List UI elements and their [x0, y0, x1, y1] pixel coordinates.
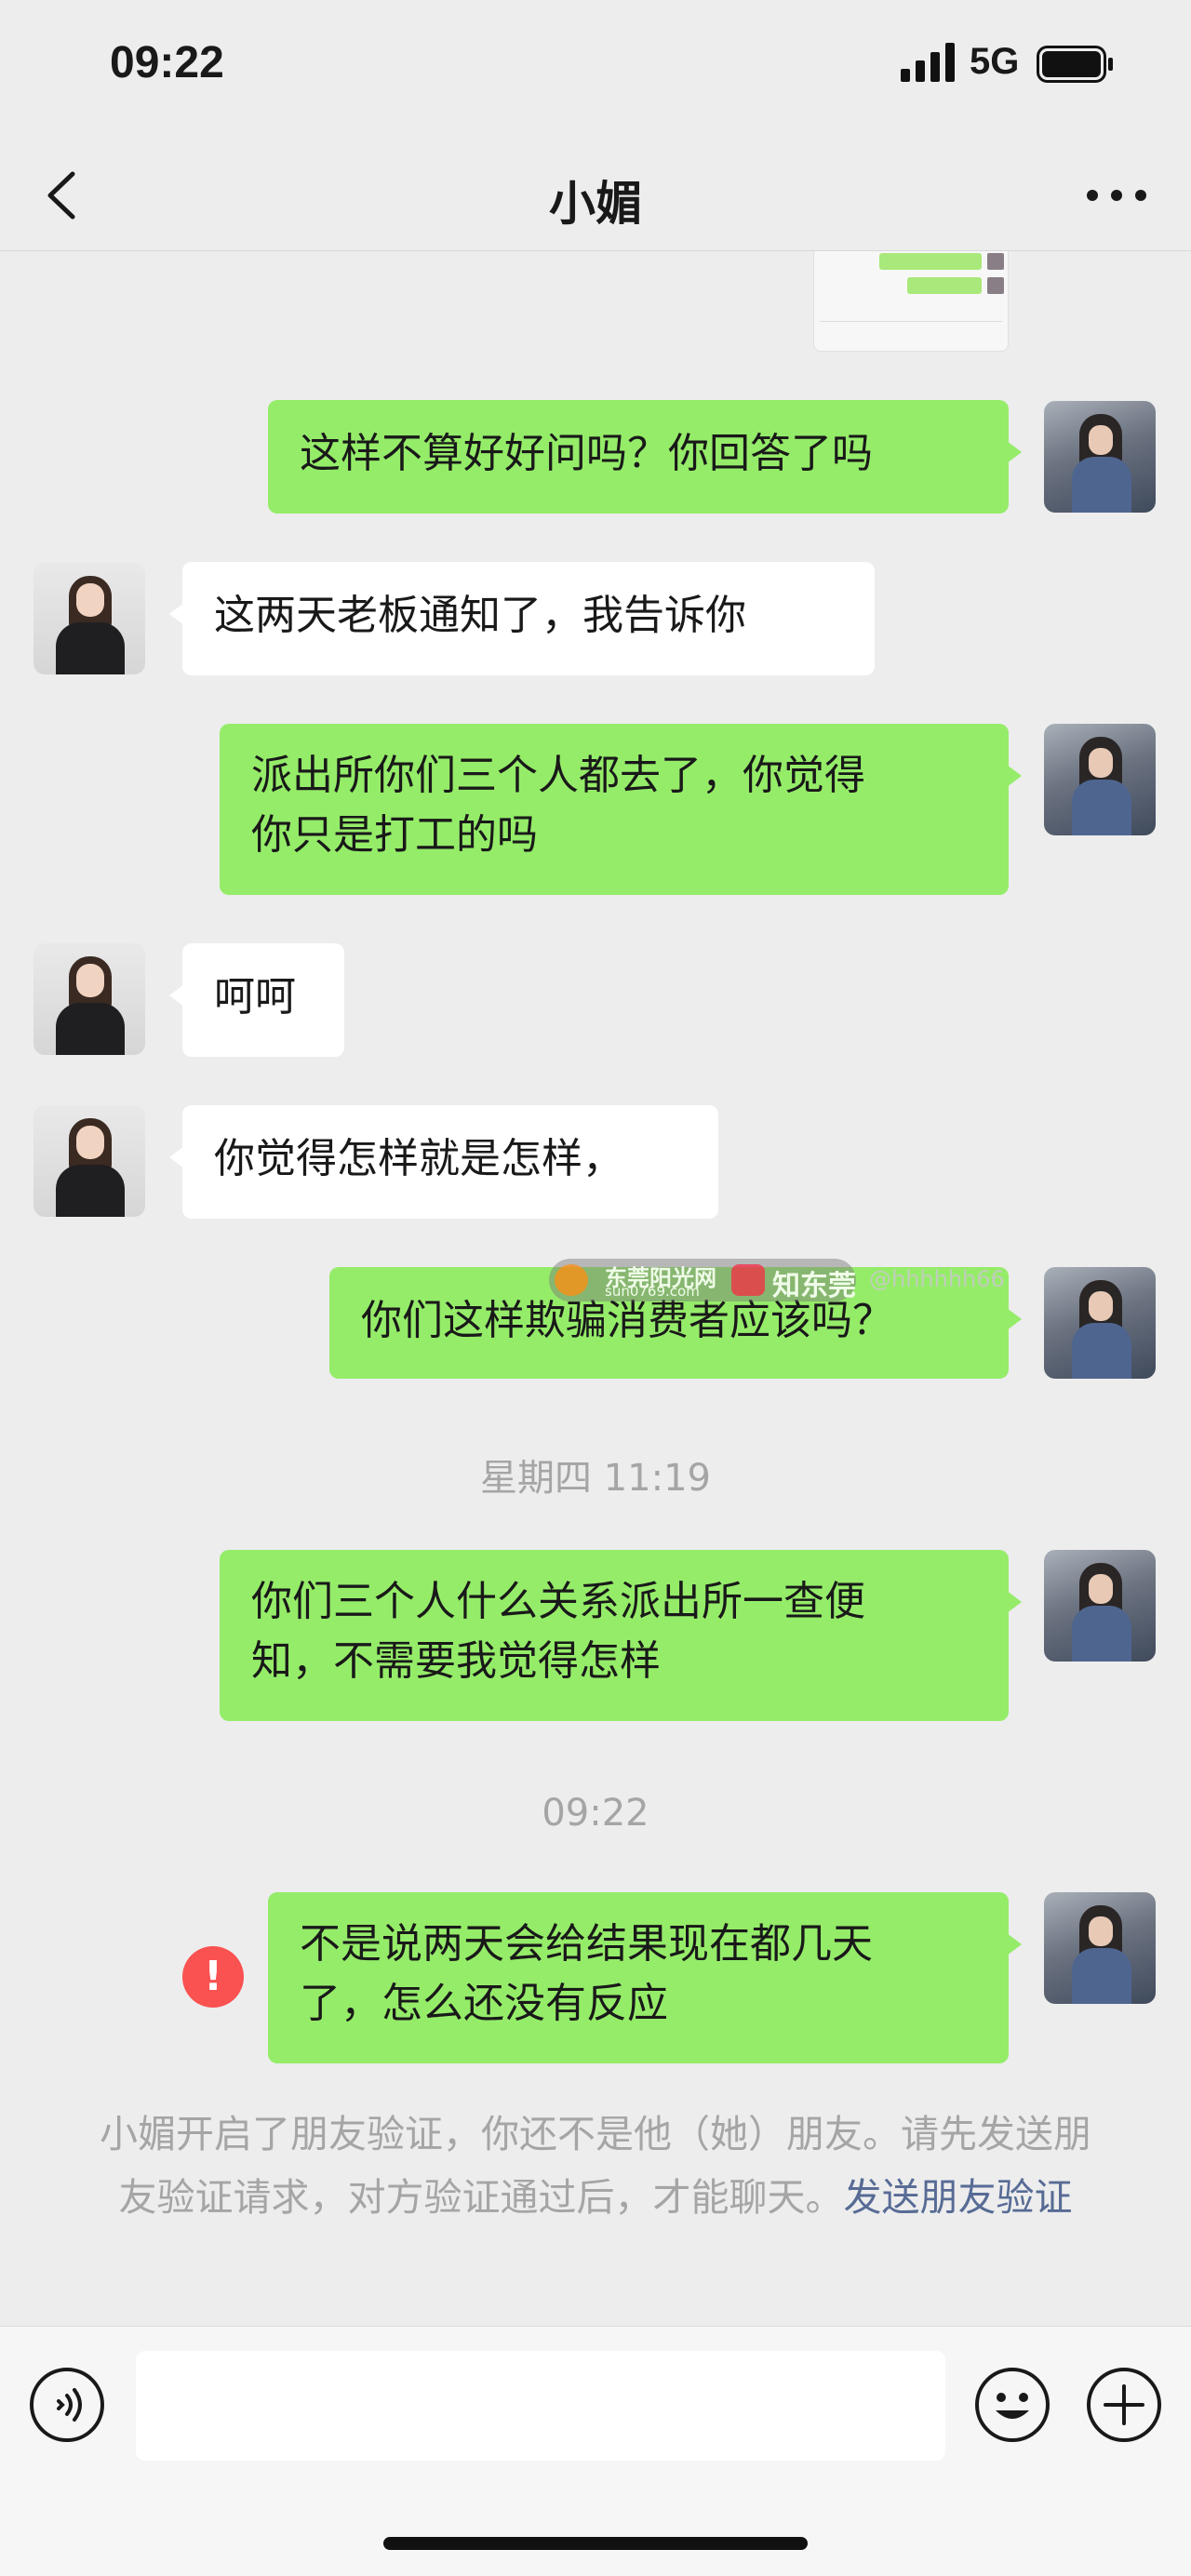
chat-screen: 09:22 5G 小媚 这样不算好好问吗？你回答了吗 这两天老板通知了，我告诉你…	[0, 0, 1191, 2576]
eye-logo-icon	[731, 1264, 765, 1296]
message-text: 你觉得怎样就是怎样，	[214, 1135, 623, 1182]
message-timestamp: 星期四 11:19	[480, 1457, 711, 1500]
my-avatar[interactable]	[1044, 1550, 1156, 1662]
contact-avatar[interactable]	[33, 563, 145, 674]
message-text-line: 知，不需要我觉得怎样	[251, 1637, 661, 1685]
mini-input-bar	[820, 321, 1002, 341]
message-bubble-outgoing[interactable]: 这样不算好好问吗？你回答了吗	[268, 400, 1022, 514]
message-text: 这两天老板通知了，我告诉你	[214, 592, 746, 639]
network-label: 5G	[970, 41, 1020, 82]
my-avatar[interactable]	[1044, 401, 1156, 513]
sun-logo-icon	[555, 1264, 588, 1296]
message-bubble-outgoing[interactable]: 不是说两天会给结果现在都几天 了，怎么还没有反应	[268, 1892, 1022, 2063]
error-icon[interactable]: !	[182, 1946, 244, 2008]
status-time: 09:22	[110, 38, 224, 87]
watermark: 东莞阳光网 sun0769.com 知东莞 @hhhhhh66	[549, 1259, 1005, 1302]
voice-icon[interactable]	[28, 2366, 106, 2444]
contact-avatar[interactable]	[33, 943, 145, 1055]
message-bubble-outgoing[interactable]: 你们三个人什么关系派出所一查便 知，不需要我觉得怎样	[220, 1550, 1022, 1721]
message-bubble-outgoing[interactable]: 派出所你们三个人都去了，你觉得 你只是打工的吗	[220, 724, 1022, 895]
home-indicator[interactable]	[383, 2537, 808, 2550]
emoji-icon[interactable]	[973, 2366, 1051, 2444]
contact-avatar[interactable]	[33, 1105, 145, 1217]
chat-title: 小媚	[549, 177, 642, 231]
signal-icon	[901, 43, 955, 82]
more-dots-icon[interactable]	[1079, 163, 1154, 228]
nav-bar: 小媚	[0, 135, 1191, 251]
input-bar	[0, 2326, 1191, 2576]
watermark-brand: 知东莞	[772, 1270, 856, 1302]
message-text-line: 了，怎么还没有反应	[300, 1980, 668, 2027]
plus-icon[interactable]	[1085, 2366, 1163, 2444]
my-avatar[interactable]	[1044, 1892, 1156, 2004]
my-avatar[interactable]	[1044, 724, 1156, 835]
status-bar: 09:22 5G	[0, 0, 1191, 135]
message-text-line: 不是说两天会给结果现在都几天	[300, 1920, 873, 1968]
message-text-line: 你只是打工的吗	[251, 811, 538, 859]
send-verification-link[interactable]: 发送朋友验证	[844, 2175, 1073, 2220]
mini-bubble	[879, 253, 982, 270]
mini-bubble	[907, 277, 982, 294]
watermark-handle: @hhhhhh66	[869, 1266, 1005, 1292]
mini-avatar	[987, 253, 1004, 270]
system-notice: 小媚开启了朋友验证，你还不是他（她）朋友。请先发送朋友验证请求，对方验证通过后，…	[93, 2102, 1098, 2229]
watermark-url: sun0769.com	[605, 1283, 700, 1300]
message-bubble-incoming[interactable]: 这两天老板通知了，我告诉你	[169, 562, 875, 675]
message-input[interactable]	[136, 2351, 945, 2461]
battery-icon	[1037, 46, 1113, 83]
message-timestamp: 09:22	[542, 1792, 649, 1835]
message-bubble-incoming[interactable]: 呵呵	[169, 943, 344, 1057]
message-text-line: 你们三个人什么关系派出所一查便	[251, 1578, 865, 1625]
my-avatar[interactable]	[1044, 1267, 1156, 1379]
message-text: 呵呵	[214, 973, 296, 1021]
message-text: 你们这样欺骗消费者应该吗？	[361, 1297, 893, 1344]
message-text: 这样不算好好问吗？你回答了吗	[300, 430, 873, 477]
mini-avatar	[987, 277, 1004, 294]
message-text-line: 派出所你们三个人都去了，你觉得	[251, 752, 865, 799]
shared-screenshot-image[interactable]	[813, 251, 1009, 352]
message-bubble-incoming[interactable]: 你觉得怎样就是怎样，	[169, 1105, 718, 1219]
